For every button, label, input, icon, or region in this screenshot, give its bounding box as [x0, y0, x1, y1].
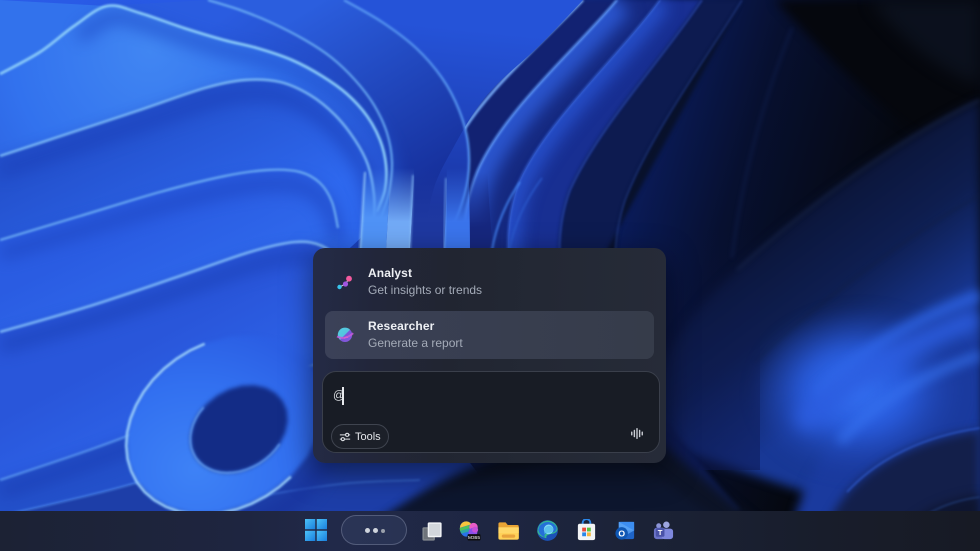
svg-text:T: T: [658, 528, 663, 537]
svg-text:M365: M365: [468, 535, 480, 541]
svg-text:O: O: [618, 528, 625, 538]
